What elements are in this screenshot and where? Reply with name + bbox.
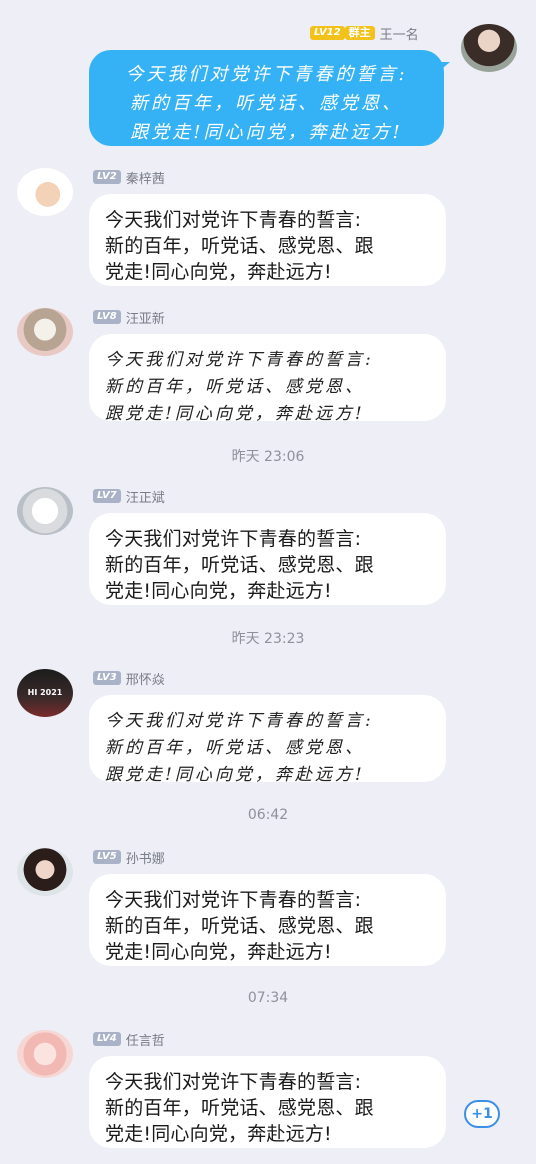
message-bubble[interactable]: 今天我们对党许下青春的誓言: 新的百年，听党话、感党恩、跟 党走!同心向党，奔赴… bbox=[89, 513, 446, 605]
message-bubble[interactable]: 今天我们对党许下青春的誓言: 新的百年，听党话、感党恩、 跟党走!同心向党，奔赴… bbox=[89, 50, 444, 146]
sender-meta: LV3 邢怀焱 bbox=[93, 669, 165, 688]
avatar[interactable] bbox=[17, 487, 73, 535]
sender-meta: LV5 孙书娜 bbox=[93, 848, 165, 867]
avatar[interactable] bbox=[17, 168, 73, 216]
sender-meta: LV8 汪亚新 bbox=[93, 308, 165, 327]
level-badge: LV3 bbox=[93, 671, 121, 685]
level-badge: LV4 bbox=[93, 1032, 121, 1046]
sender-meta: LV2 秦梓茜 bbox=[93, 168, 165, 187]
avatar[interactable] bbox=[461, 24, 517, 72]
timestamp: 06:42 bbox=[247, 807, 289, 823]
level-badge: LV12 bbox=[310, 26, 345, 40]
chat-message-list[interactable]: LV12 群主 王一名 今天我们对党许下青春的誓言: 新的百年，听党话、感党恩、… bbox=[0, 0, 536, 1164]
sender-name[interactable]: 秦梓茜 bbox=[126, 168, 165, 187]
timestamp: 昨天 23:06 bbox=[231, 449, 305, 465]
message-bubble[interactable]: 今天我们对党许下青春的誓言: 新的百年，听党话、感党恩、 跟党走!同心向党，奔赴… bbox=[89, 334, 446, 424]
avatar[interactable] bbox=[17, 848, 73, 896]
plus-one-icon[interactable]: +1 bbox=[464, 1100, 500, 1128]
message-text: 今天我们对党许下青春的誓言: 新的百年，听党话、感党恩、 跟党走!同心向党，奔赴… bbox=[125, 64, 408, 143]
message-text: 今天我们对党许下青春的誓言: 新的百年，听党话、感党恩、跟 党走!同心向党，奔赴… bbox=[105, 209, 374, 283]
sender-name[interactable]: 任言哲 bbox=[126, 1030, 165, 1049]
avatar[interactable] bbox=[17, 308, 73, 356]
sender-name[interactable]: 汪亚新 bbox=[126, 308, 165, 327]
sender-name[interactable]: 邢怀焱 bbox=[126, 669, 165, 688]
level-badge: LV2 bbox=[93, 170, 121, 184]
avatar[interactable]: HI 2021 bbox=[17, 669, 73, 717]
sender-name[interactable]: 汪正斌 bbox=[126, 487, 165, 506]
avatar-caption: HI 2021 bbox=[27, 688, 63, 697]
level-badge: LV7 bbox=[93, 489, 121, 503]
sender-meta: LV12 群主 王一名 bbox=[310, 24, 419, 43]
message-text: 今天我们对党许下青春的誓言: 新的百年，听党话、感党恩、跟 党走!同心向党，奔赴… bbox=[105, 889, 374, 963]
message-bubble[interactable]: 今天我们对党许下青春的誓言: 新的百年，听党话、感党恩、 跟党走!同心向党，奔赴… bbox=[89, 695, 446, 785]
timestamp: 昨天 23:23 bbox=[231, 631, 305, 647]
message-text: 今天我们对党许下青春的誓言: 新的百年，听党话、感党恩、跟 党走!同心向党，奔赴… bbox=[105, 1071, 374, 1145]
sender-name[interactable]: 孙书娜 bbox=[126, 848, 165, 867]
sender-name[interactable]: 王一名 bbox=[380, 24, 419, 43]
message-text: 今天我们对党许下青春的誓言: 新的百年，听党话、感党恩、 跟党走!同心向党，奔赴… bbox=[105, 350, 374, 424]
sender-meta: LV7 汪正斌 bbox=[93, 487, 165, 506]
message-bubble[interactable]: 今天我们对党许下青春的誓言: 新的百年，听党话、感党恩、跟 党走!同心向党，奔赴… bbox=[89, 874, 446, 966]
message-text: 今天我们对党许下青春的誓言: 新的百年，听党话、感党恩、跟 党走!同心向党，奔赴… bbox=[105, 528, 374, 602]
owner-badge: 群主 bbox=[344, 26, 375, 40]
message-bubble[interactable]: 今天我们对党许下青春的誓言: 新的百年，听党话、感党恩、跟 党走!同心向党，奔赴… bbox=[89, 1056, 446, 1148]
level-badge: LV5 bbox=[93, 850, 121, 864]
avatar[interactable] bbox=[17, 1030, 73, 1078]
sender-meta: LV4 任言哲 bbox=[93, 1030, 165, 1049]
level-badge: LV8 bbox=[93, 310, 121, 324]
timestamp: 07:34 bbox=[247, 990, 289, 1006]
message-text: 今天我们对党许下青春的誓言: 新的百年，听党话、感党恩、 跟党走!同心向党，奔赴… bbox=[105, 711, 374, 785]
message-bubble[interactable]: 今天我们对党许下青春的誓言: 新的百年，听党话、感党恩、跟 党走!同心向党，奔赴… bbox=[89, 194, 446, 286]
